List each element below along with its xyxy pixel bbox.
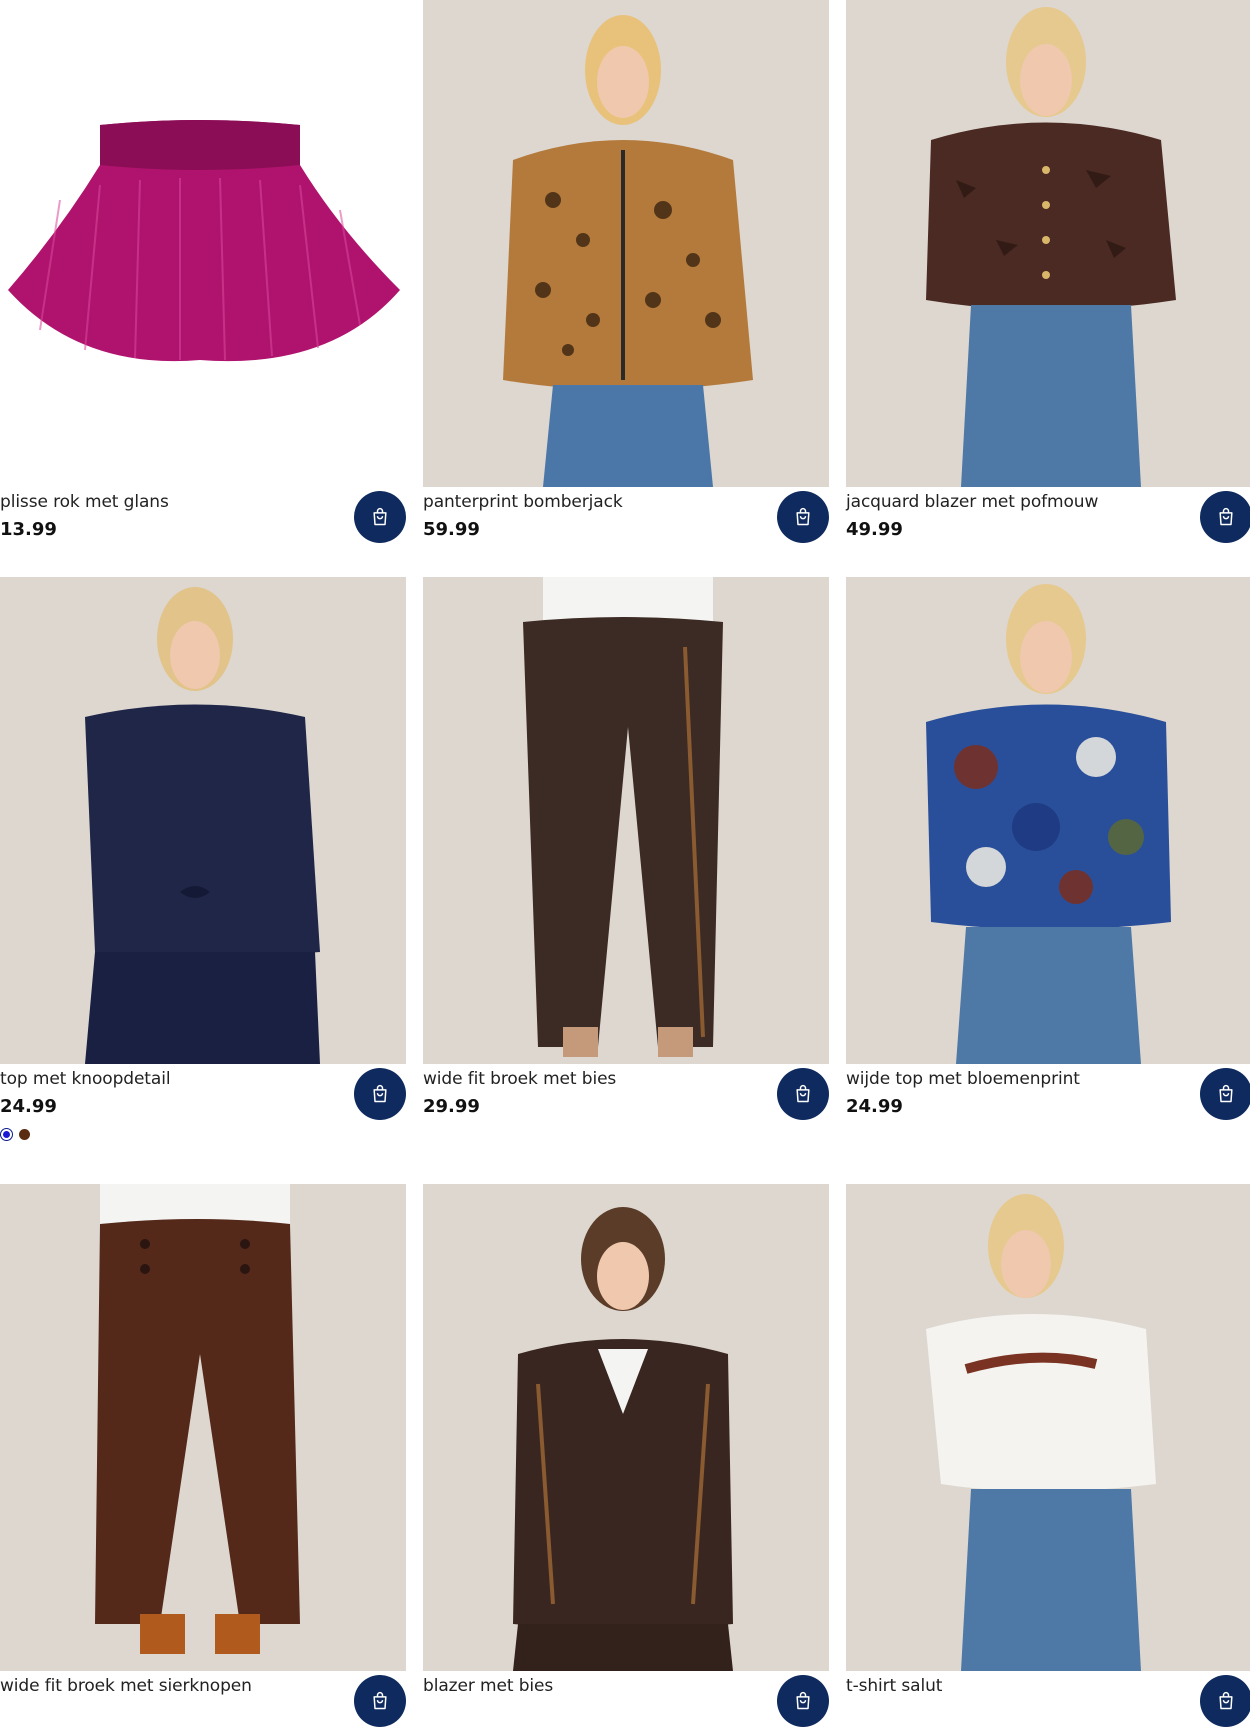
add-to-cart-button[interactable] [777,491,829,543]
shopping-bag-icon [373,1084,387,1103]
product-card[interactable]: wide fit broek met sierknopen [0,1184,406,1727]
product-card[interactable]: jacquard blazer met pofmouw 49.99 [846,0,1250,543]
product-name[interactable]: wide fit broek met sierknopen [0,1676,252,1696]
shopping-bag-icon [796,1084,810,1103]
shopping-bag-icon [1219,1084,1233,1103]
product-name[interactable]: top met knoopdetail [0,1069,171,1089]
product-image[interactable] [423,0,829,487]
product-image[interactable] [846,577,1250,1064]
add-to-cart-button[interactable] [1200,1675,1250,1727]
product-price: 13.99 [0,519,57,540]
product-card[interactable]: top met knoopdetail 24.99 [0,577,406,1120]
shopping-bag-icon [373,1691,387,1710]
product-card[interactable]: blazer met bies [423,1184,829,1727]
add-to-cart-button[interactable] [354,1068,406,1120]
add-to-cart-button[interactable] [354,491,406,543]
product-price: 59.99 [423,519,480,540]
product-image[interactable] [0,577,406,1064]
product-grid: plisse rok met glans 13.99 panterprint b… [0,0,1250,1727]
product-name[interactable]: wijde top met bloemenprint [846,1069,1080,1089]
product-card[interactable]: plisse rok met glans 13.99 [0,0,406,543]
product-name[interactable]: wide fit broek met bies [423,1069,616,1089]
product-card[interactable]: t-shirt salut [846,1184,1250,1727]
product-name[interactable]: jacquard blazer met pofmouw [846,492,1098,512]
product-name[interactable]: panterprint bomberjack [423,492,623,512]
product-card[interactable]: wijde top met bloemenprint 24.99 [846,577,1250,1120]
product-image[interactable] [423,1184,829,1671]
product-image[interactable] [423,577,829,1064]
product-name[interactable]: blazer met bies [423,1676,553,1696]
product-price: 49.99 [846,519,903,540]
add-to-cart-button[interactable] [1200,1068,1250,1120]
shopping-bag-icon [796,507,810,526]
product-price: 29.99 [423,1096,480,1117]
shopping-bag-icon [1219,1691,1233,1710]
add-to-cart-button[interactable] [777,1675,829,1727]
add-to-cart-button[interactable] [354,1675,406,1727]
product-price: 24.99 [846,1096,903,1117]
product-image[interactable] [846,0,1250,487]
product-card[interactable]: panterprint bomberjack 59.99 [423,0,829,543]
product-image[interactable] [0,0,406,487]
add-to-cart-button[interactable] [777,1068,829,1120]
product-image[interactable] [0,1184,406,1671]
color-swatch-brown[interactable] [19,1129,30,1140]
product-image[interactable] [846,1184,1250,1671]
shopping-bag-icon [373,507,387,526]
product-name[interactable]: t-shirt salut [846,1676,942,1696]
product-card[interactable]: wide fit broek met bies 29.99 [423,577,829,1120]
product-price: 24.99 [0,1096,57,1117]
color-swatch-blue[interactable] [1,1129,12,1140]
shopping-bag-icon [796,1691,810,1710]
add-to-cart-button[interactable] [1200,491,1250,543]
color-swatches [1,1129,30,1140]
shopping-bag-icon [1219,507,1233,526]
product-name[interactable]: plisse rok met glans [0,492,169,512]
